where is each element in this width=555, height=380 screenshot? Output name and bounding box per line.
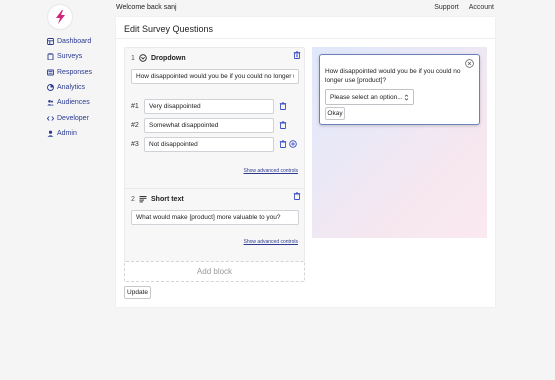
sidebar-item-label: Surveys	[57, 53, 83, 61]
add-option-button[interactable]	[289, 140, 297, 148]
block-type-label: Short text	[151, 195, 184, 203]
admin-icon	[47, 130, 54, 137]
editor-panel: Edit Survey Questions 1 Dropdown #1 #2 #…	[116, 17, 495, 307]
trash-icon	[279, 102, 287, 110]
question-block: 2 Short text Show advanced controls	[124, 188, 305, 271]
sidebar-item-label: Developer	[57, 114, 89, 122]
block-number: 2	[131, 196, 135, 203]
inbox-icon	[47, 69, 54, 76]
dropdown-icon	[139, 54, 147, 62]
sidebar-nav: Dashboard Surveys Responses Analytics Au…	[47, 34, 92, 141]
add-block-button[interactable]: Add block	[124, 261, 305, 282]
option-input[interactable]	[144, 137, 274, 152]
short-text-icon	[139, 195, 147, 203]
option-label: #3	[131, 141, 139, 148]
sidebar-item-developer[interactable]: Developer	[47, 110, 92, 125]
sidebar-item-responses[interactable]: Responses	[47, 65, 92, 80]
account-link[interactable]: Account	[469, 4, 494, 11]
plus-circle-icon	[289, 140, 297, 148]
top-bar: Welcome back sanj Support Account	[116, 0, 555, 16]
survey-preview: How disappointed would you be if you cou…	[312, 47, 487, 238]
trash-icon	[279, 121, 287, 129]
block-type: Short text	[139, 195, 184, 203]
sidebar-item-label: Dashboard	[57, 38, 92, 46]
users-icon	[47, 99, 54, 106]
sidebar-item-audiences[interactable]: Audiences	[47, 95, 92, 110]
sidebar-item-analytics[interactable]: Analytics	[47, 80, 92, 95]
trash-icon	[279, 140, 287, 148]
divider	[116, 38, 495, 39]
clipboard-icon	[47, 53, 54, 61]
welcome-message: Welcome back sanj	[116, 4, 177, 11]
option-input[interactable]	[144, 99, 274, 114]
close-icon	[465, 59, 474, 68]
option-input[interactable]	[144, 118, 274, 133]
sidebar: Dashboard Surveys Responses Analytics Au…	[0, 0, 115, 380]
show-advanced-controls-link[interactable]: Show advanced controls	[244, 168, 298, 174]
question-input[interactable]	[131, 69, 299, 84]
chevron-updown-icon	[404, 94, 409, 100]
code-icon	[47, 115, 54, 122]
delete-option-button[interactable]	[279, 121, 287, 129]
delete-block-button[interactable]	[293, 51, 301, 59]
support-link[interactable]: Support	[434, 4, 459, 11]
sidebar-item-label: Audiences	[57, 99, 90, 107]
block-type: Dropdown	[139, 54, 186, 62]
option-select[interactable]: Please select an option...	[325, 89, 414, 105]
delete-option-button[interactable]	[279, 102, 287, 110]
preview-question: How disappointed would you be if you cou…	[325, 68, 461, 84]
preview-card: How disappointed would you be if you cou…	[319, 54, 480, 125]
sidebar-item-label: Admin	[57, 129, 77, 137]
update-button[interactable]: Update	[124, 286, 151, 299]
close-button[interactable]	[465, 59, 474, 68]
question-block: 1 Dropdown #1 #2 #3 Show advanced contro…	[124, 47, 305, 195]
sidebar-item-admin[interactable]: Admin	[47, 126, 92, 141]
chart-icon	[47, 84, 54, 91]
select-placeholder: Please select an option...	[330, 93, 403, 101]
trash-icon	[293, 192, 301, 200]
sidebar-item-surveys[interactable]: Surveys	[47, 49, 92, 64]
option-label: #2	[131, 122, 139, 129]
sidebar-item-dashboard[interactable]: Dashboard	[47, 34, 92, 49]
lightning-bolt-icon	[55, 10, 65, 24]
block-type-label: Dropdown	[151, 54, 186, 62]
option-label: #1	[131, 103, 139, 110]
okay-button[interactable]: Okay	[325, 107, 345, 120]
sidebar-item-label: Responses	[57, 68, 93, 76]
show-advanced-controls-link[interactable]: Show advanced controls	[244, 239, 298, 245]
trash-icon	[293, 51, 301, 59]
top-links: Support Account	[426, 4, 494, 11]
question-input[interactable]	[131, 210, 299, 225]
logo[interactable]	[48, 5, 72, 29]
page-title: Edit Survey Questions	[124, 24, 214, 34]
dashboard-icon	[47, 38, 54, 46]
delete-option-button[interactable]	[279, 140, 287, 148]
delete-block-button[interactable]	[293, 192, 301, 200]
block-number: 1	[131, 55, 135, 62]
sidebar-item-label: Analytics	[57, 84, 86, 92]
